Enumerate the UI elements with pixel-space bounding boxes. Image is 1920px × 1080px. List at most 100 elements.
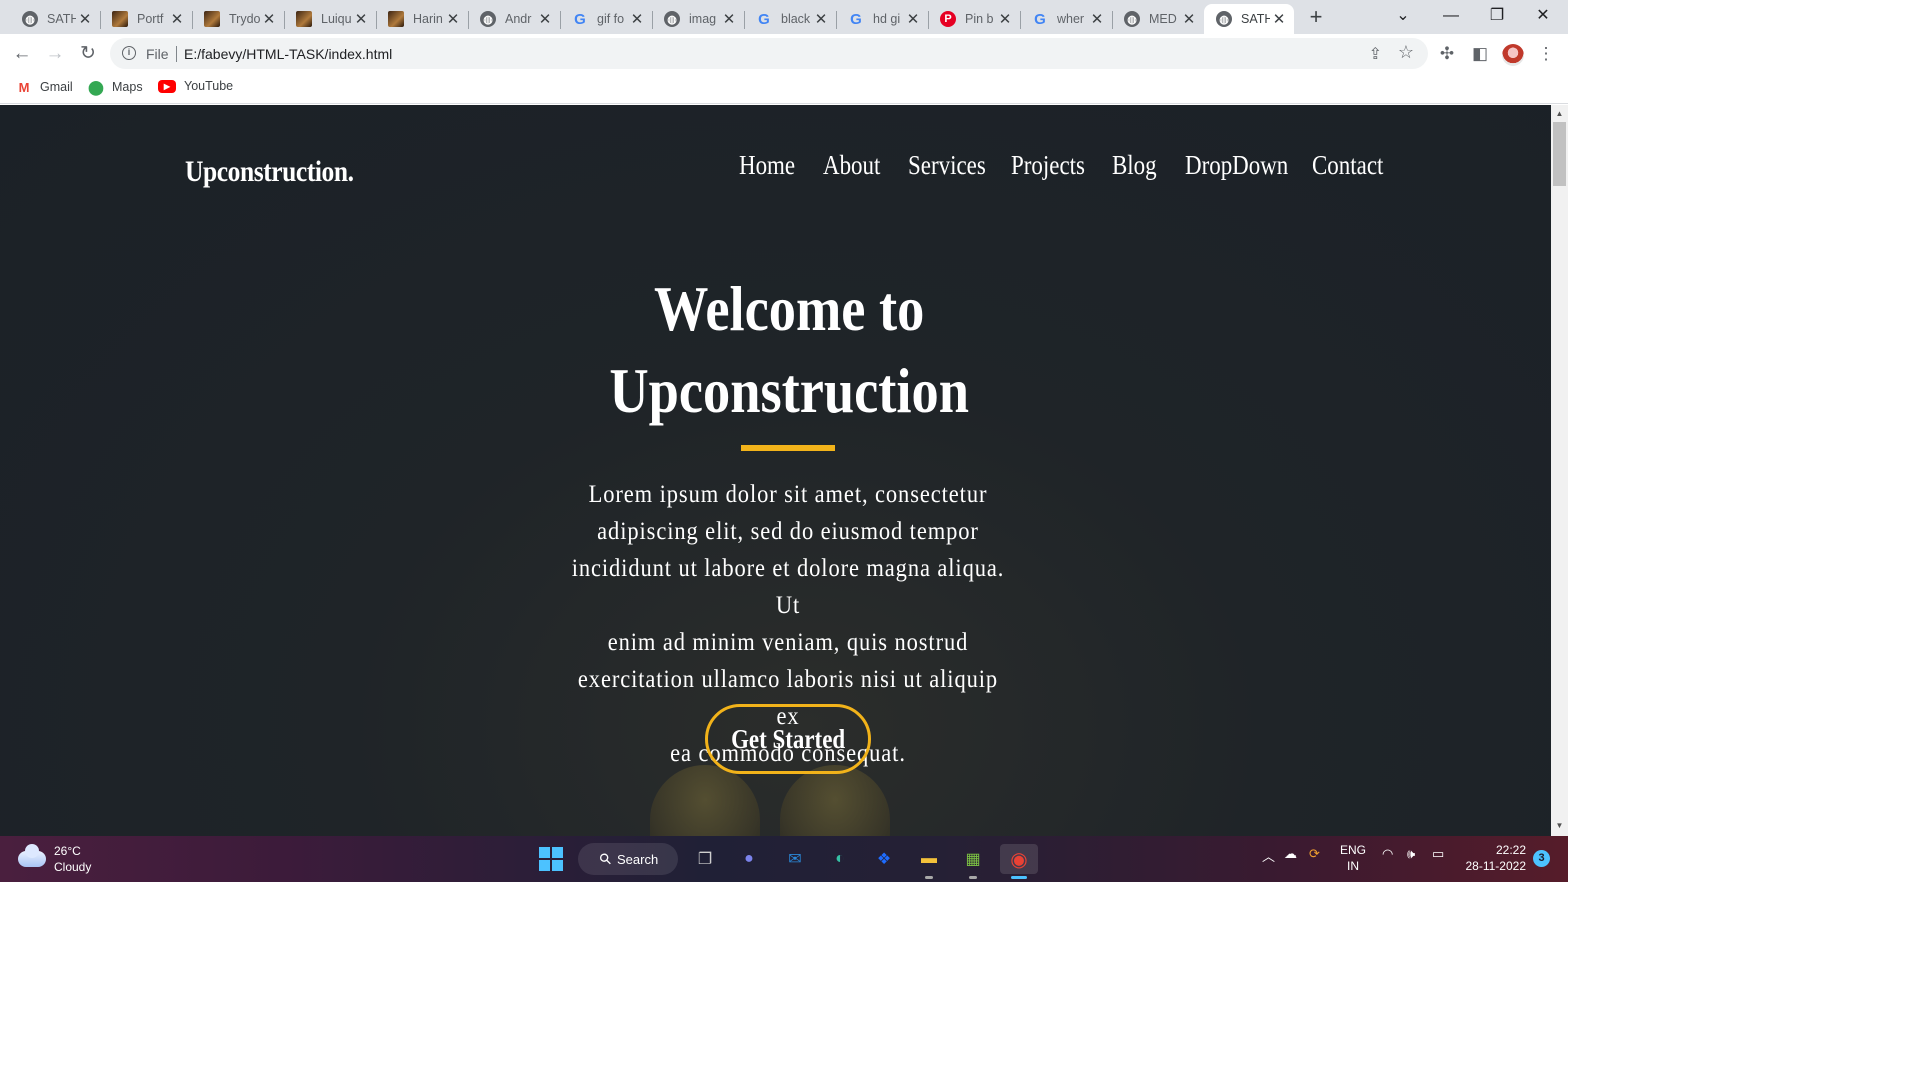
tab-title: hd gi: [873, 12, 901, 26]
new-tab-button[interactable]: +: [1304, 6, 1328, 30]
nav-contact[interactable]: Contact: [1312, 150, 1383, 181]
nav-projects[interactable]: Projects: [1011, 150, 1085, 181]
edge-icon[interactable]: ◐: [825, 844, 855, 874]
sync-icon[interactable]: ⟳: [1309, 846, 1320, 862]
globe-icon: ◍: [1124, 11, 1140, 27]
browser-tab[interactable]: ◍ MED ✕: [1112, 4, 1204, 34]
close-tab-icon[interactable]: ✕: [536, 10, 554, 28]
close-tab-icon[interactable]: ✕: [444, 10, 462, 28]
tab-search-icon[interactable]: ⌄: [1380, 4, 1426, 28]
file-explorer-icon[interactable]: ▬: [914, 844, 944, 874]
browser-tab[interactable]: ◍ Andr ✕: [468, 4, 561, 34]
page-viewport: Upconstruction. Home About Services Proj…: [0, 105, 1551, 836]
restore-button[interactable]: ❐: [1474, 4, 1520, 28]
menu-icon[interactable]: ⋮: [1535, 44, 1557, 66]
globe-icon: ◍: [1216, 11, 1232, 27]
profile-avatar[interactable]: [1502, 44, 1524, 66]
nav-dropdown[interactable]: DropDown: [1185, 150, 1288, 181]
close-tab-icon[interactable]: ✕: [1088, 10, 1106, 28]
task-view-icon[interactable]: ❐: [690, 844, 720, 874]
minimize-button[interactable]: —: [1428, 4, 1474, 28]
volume-icon[interactable]: 🕪: [1407, 846, 1415, 862]
image-icon: [388, 11, 404, 27]
system-clock[interactable]: 22:22 28-11-2022: [1464, 842, 1527, 874]
forward-button[interactable]: →: [42, 42, 68, 68]
close-window-button[interactable]: ✕: [1520, 4, 1566, 28]
close-tab-icon[interactable]: ✕: [812, 10, 830, 28]
nav-services[interactable]: Services: [908, 150, 986, 181]
chrome-icon[interactable]: ◉: [1000, 844, 1038, 874]
nav-home[interactable]: Home: [739, 150, 795, 181]
nav-about[interactable]: About: [823, 150, 880, 181]
side-panel-icon[interactable]: ◧: [1469, 44, 1491, 66]
gmail-icon: M: [18, 79, 30, 95]
close-tab-icon[interactable]: ✕: [168, 10, 186, 28]
spreadsheet-app-icon[interactable]: ▦: [958, 844, 988, 874]
language-indicator[interactable]: ENG IN: [1340, 842, 1366, 874]
info-icon[interactable]: i: [122, 46, 136, 60]
show-hidden-icons-chevron-icon[interactable]: ︿: [1262, 846, 1275, 865]
maps-icon: ⬤: [88, 78, 104, 95]
tab-title: Portf: [137, 12, 164, 26]
close-tab-icon[interactable]: ✕: [1180, 10, 1198, 28]
tab-title: SATH: [47, 12, 76, 26]
close-tab-icon[interactable]: ✕: [996, 10, 1014, 28]
weather-widget[interactable]: 26°C Cloudy: [18, 843, 91, 875]
close-tab-icon[interactable]: ✕: [904, 10, 922, 28]
get-started-button[interactable]: Get Started: [705, 704, 871, 774]
mail-icon[interactable]: ✉: [780, 844, 810, 874]
browser-tab[interactable]: P Pin b ✕: [928, 4, 1021, 34]
url-text[interactable]: E:/fabevy/HTML-TASK/index.html: [184, 46, 392, 62]
nav-blog[interactable]: Blog: [1112, 150, 1157, 181]
notification-badge[interactable]: 3: [1533, 850, 1550, 867]
tab-title: Pin b: [965, 12, 994, 26]
battery-icon[interactable]: ▭: [1432, 846, 1444, 862]
back-button[interactable]: ←: [9, 42, 35, 68]
tab-title: SATH: [1241, 12, 1270, 26]
image-icon: [204, 11, 220, 27]
share-icon[interactable]: ⇪: [1369, 44, 1382, 64]
browser-toolbar: ← → ↻ i File E:/fabevy/HTML-TASK/index.h…: [0, 34, 1568, 74]
close-tab-icon[interactable]: ✕: [720, 10, 738, 28]
browser-tab[interactable]: Trydo ✕: [192, 4, 285, 34]
close-tab-icon[interactable]: ✕: [260, 10, 278, 28]
browser-tab[interactable]: G hd gi ✕: [836, 4, 929, 34]
scroll-down-arrow-icon[interactable]: ▼: [1551, 821, 1568, 830]
close-tab-icon[interactable]: ✕: [352, 10, 370, 28]
taskbar-search[interactable]: ⚲ Search: [578, 843, 678, 875]
tab-title: imag: [689, 12, 717, 26]
browser-tab[interactable]: G black ✕: [744, 4, 837, 34]
bookmark-gmail[interactable]: M Gmail: [16, 79, 73, 95]
page-scrollbar[interactable]: ▲ ▼: [1551, 105, 1568, 836]
chat-icon[interactable]: ●: [734, 844, 764, 874]
close-tab-icon[interactable]: ✕: [628, 10, 646, 28]
close-tab-icon[interactable]: ✕: [76, 10, 94, 28]
wifi-icon[interactable]: ◠: [1382, 846, 1393, 862]
tab-title: Luiqu: [321, 12, 352, 26]
browser-tab-active[interactable]: ◍ SATH ✕: [1204, 4, 1294, 34]
bookmark-maps[interactable]: ⬤ Maps: [88, 78, 142, 95]
browser-tab[interactable]: ◍ SATH ✕: [10, 4, 101, 34]
dropbox-icon[interactable]: ❖: [869, 844, 899, 874]
scrollbar-thumb[interactable]: [1553, 122, 1566, 186]
browser-tab[interactable]: ◍ imag ✕: [652, 4, 745, 34]
bookmark-youtube[interactable]: ▶ YouTube: [158, 79, 233, 93]
site-logo[interactable]: Upconstruction.: [185, 155, 354, 189]
browser-tab[interactable]: G gif fo ✕: [560, 4, 653, 34]
bookmark-star-icon[interactable]: ☆: [1398, 42, 1414, 63]
google-icon: G: [758, 10, 770, 28]
browser-tab[interactable]: Luiqu ✕: [284, 4, 377, 34]
start-button[interactable]: [536, 844, 566, 874]
browser-tab[interactable]: Harin ✕: [376, 4, 469, 34]
hero-title-line: Welcome to: [653, 273, 925, 344]
reload-button[interactable]: ↻: [75, 42, 101, 68]
search-icon: ⚲: [595, 849, 616, 870]
extensions-icon[interactable]: ✣: [1436, 44, 1458, 66]
browser-tab[interactable]: G wher ✕: [1020, 4, 1113, 34]
address-bar[interactable]: i File E:/fabevy/HTML-TASK/index.html ⇪ …: [110, 38, 1428, 69]
scroll-up-arrow-icon[interactable]: ▲: [1551, 109, 1568, 118]
onedrive-cloud-icon[interactable]: ☁: [1284, 846, 1297, 862]
browser-tab[interactable]: Portf ✕: [100, 4, 193, 34]
close-tab-icon[interactable]: ✕: [1270, 10, 1288, 28]
pinterest-icon: P: [940, 11, 956, 27]
